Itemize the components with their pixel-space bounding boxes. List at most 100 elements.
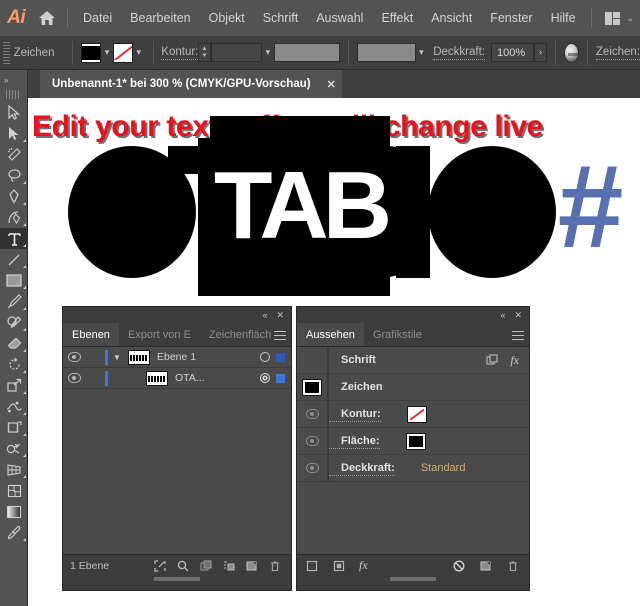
fx-effects-icon[interactable]: fx (510, 353, 519, 368)
stroke-weight-label[interactable]: Kontur: (161, 46, 199, 60)
magic-wand-tool[interactable] (0, 144, 28, 165)
panel-menu-icon[interactable] (269, 323, 291, 347)
chevron-down-icon[interactable]: ▼ (108, 353, 126, 362)
stroke-profile-field[interactable] (273, 43, 340, 62)
sublayer-target-circle-icon[interactable] (260, 373, 270, 383)
menu-item-hilfe[interactable]: Hilfe (542, 7, 585, 29)
delete-layer-icon[interactable] (268, 559, 281, 572)
layer-name[interactable]: Ebene 1 (150, 351, 196, 363)
stroke-color-swatch[interactable] (112, 42, 133, 63)
flaeche-color-swatch[interactable] (405, 432, 426, 450)
kontur-visibility-icon[interactable] (297, 409, 327, 419)
kontur-color-swatch[interactable] (406, 405, 427, 423)
table-row[interactable]: Deckkraft: Standard (297, 454, 529, 482)
menu-item-bearbeiten[interactable]: Bearbeiten (121, 7, 199, 29)
scale-tool[interactable] (0, 375, 28, 396)
curvature-tool[interactable] (0, 207, 28, 228)
table-row[interactable]: Fläche: (297, 427, 529, 455)
appearance-panel-titlebar[interactable]: « ✕ (297, 307, 529, 323)
width-warp-tool[interactable] (0, 396, 28, 417)
expand-tools-icon[interactable]: » (4, 76, 9, 85)
sublayer-name[interactable]: OTA... (168, 372, 205, 384)
appearance-item-flaeche[interactable]: Fläche: (329, 434, 380, 449)
duplicate-item-icon[interactable] (485, 354, 498, 367)
close-icon[interactable]: ✕ (327, 78, 336, 91)
search-icon[interactable] (176, 559, 189, 572)
close-icon[interactable]: ✕ (514, 310, 522, 320)
fill-color-swatch[interactable] (81, 42, 102, 63)
menu-item-schrift[interactable]: Schrift (254, 7, 307, 29)
layers-list[interactable]: ▼ Ebene 1 OTA... (63, 347, 291, 554)
stroke-weight-stepper[interactable]: ▲ ▼ (198, 43, 211, 62)
layers-panel-titlebar[interactable]: « ✕ (63, 307, 291, 323)
graphic-style-thumbnail-icon[interactable] (564, 42, 580, 63)
deckkraft-value[interactable]: Standard (421, 462, 466, 474)
tab-ebenen[interactable]: Ebenen (63, 323, 119, 346)
control-bar-grip[interactable] (3, 41, 10, 64)
tab-aussehen[interactable]: Aussehen (297, 323, 364, 346)
menu-item-fenster[interactable]: Fenster (481, 7, 541, 29)
lasso-tool[interactable] (0, 165, 28, 186)
menu-item-effekt[interactable]: Effekt (372, 7, 422, 29)
duplicate-item-icon[interactable] (479, 559, 492, 572)
fill-dropdown-caret-icon[interactable]: ▾ (101, 43, 113, 63)
selection-tool[interactable] (0, 102, 28, 123)
stroke-weight-input[interactable] (210, 43, 262, 62)
shaper-pencil-tool[interactable] (0, 312, 28, 333)
stroke-dropdown-caret-icon[interactable]: ▾ (133, 43, 145, 63)
add-new-stroke-icon[interactable] (305, 559, 318, 572)
appearance-item-zeichen[interactable]: Zeichen (329, 381, 383, 393)
width-profile-caret-icon[interactable]: ▾ (416, 43, 428, 63)
shape-builder-tool[interactable] (0, 438, 28, 459)
table-row[interactable]: OTA... (63, 368, 291, 389)
variable-width-profile-field[interactable] (356, 43, 416, 62)
kontur-swatch-cell[interactable] (406, 405, 493, 423)
flaeche-visibility-icon[interactable] (297, 436, 327, 446)
menu-item-auswahl[interactable]: Auswahl (307, 7, 372, 29)
workspace-switcher[interactable]: ⌄ (599, 9, 640, 28)
zeichen-swatch-cell[interactable] (297, 378, 327, 396)
close-icon[interactable]: ✕ (276, 310, 284, 320)
appearance-horizontal-scrollbar[interactable] (297, 576, 529, 581)
collapse-icon[interactable]: « (262, 310, 267, 320)
tab-export-von-elementen[interactable]: Export von E (119, 323, 200, 346)
sublayer-color-chip[interactable] (276, 373, 285, 383)
mesh-tool[interactable] (0, 480, 28, 501)
paintbrush-tool[interactable] (0, 291, 28, 312)
zeichen-color-swatch[interactable] (302, 378, 322, 396)
collapse-icon[interactable]: « (500, 310, 505, 320)
flaeche-swatch-cell[interactable] (405, 432, 492, 450)
layer-target-circle-icon[interactable] (260, 352, 270, 362)
gradient-tool[interactable] (0, 501, 28, 522)
clear-appearance-icon[interactable] (452, 559, 465, 572)
table-row[interactable]: Kontur: (297, 400, 529, 428)
rotate-tool[interactable] (0, 354, 28, 375)
fx-effects-icon[interactable]: fx (359, 558, 368, 573)
deckkraft-visibility-icon[interactable] (297, 463, 327, 473)
direct-selection-tool[interactable] (0, 123, 28, 144)
eraser-tool[interactable] (0, 333, 28, 354)
delete-item-icon[interactable] (506, 559, 519, 572)
opacity-input[interactable]: 100% (490, 43, 534, 62)
line-segment-tool[interactable] (0, 249, 28, 270)
opacity-label[interactable]: Deckkraft: (433, 46, 485, 60)
add-new-fill-icon[interactable] (332, 559, 345, 572)
menu-item-objekt[interactable]: Objekt (200, 7, 254, 29)
eyedropper-tool[interactable] (0, 522, 28, 543)
type-tool[interactable] (0, 228, 28, 249)
create-new-sublayer-icon[interactable] (222, 559, 235, 572)
table-row[interactable]: Schrift fx (297, 346, 529, 374)
table-row[interactable]: Zeichen (297, 373, 529, 401)
character-label[interactable]: Zeichen: (595, 46, 640, 60)
appearance-item-deckkraft[interactable]: Deckkraft: (329, 461, 395, 476)
layer-visibility-icon[interactable] (63, 352, 85, 362)
perspective-grid-tool[interactable] (0, 459, 28, 480)
layer-color-chip[interactable] (276, 352, 285, 362)
menu-item-ansicht[interactable]: Ansicht (422, 7, 481, 29)
appearance-item-schrift[interactable]: Schrift (329, 354, 376, 366)
locate-object-icon[interactable] (153, 559, 166, 572)
menu-item-datei[interactable]: Datei (74, 7, 121, 29)
document-tab[interactable]: Unbenannt-1* bei 300 % (CMYK/GPU-Vorscha… (40, 70, 342, 98)
create-new-layer-icon[interactable] (245, 559, 258, 572)
appearance-item-kontur[interactable]: Kontur: (329, 407, 381, 422)
